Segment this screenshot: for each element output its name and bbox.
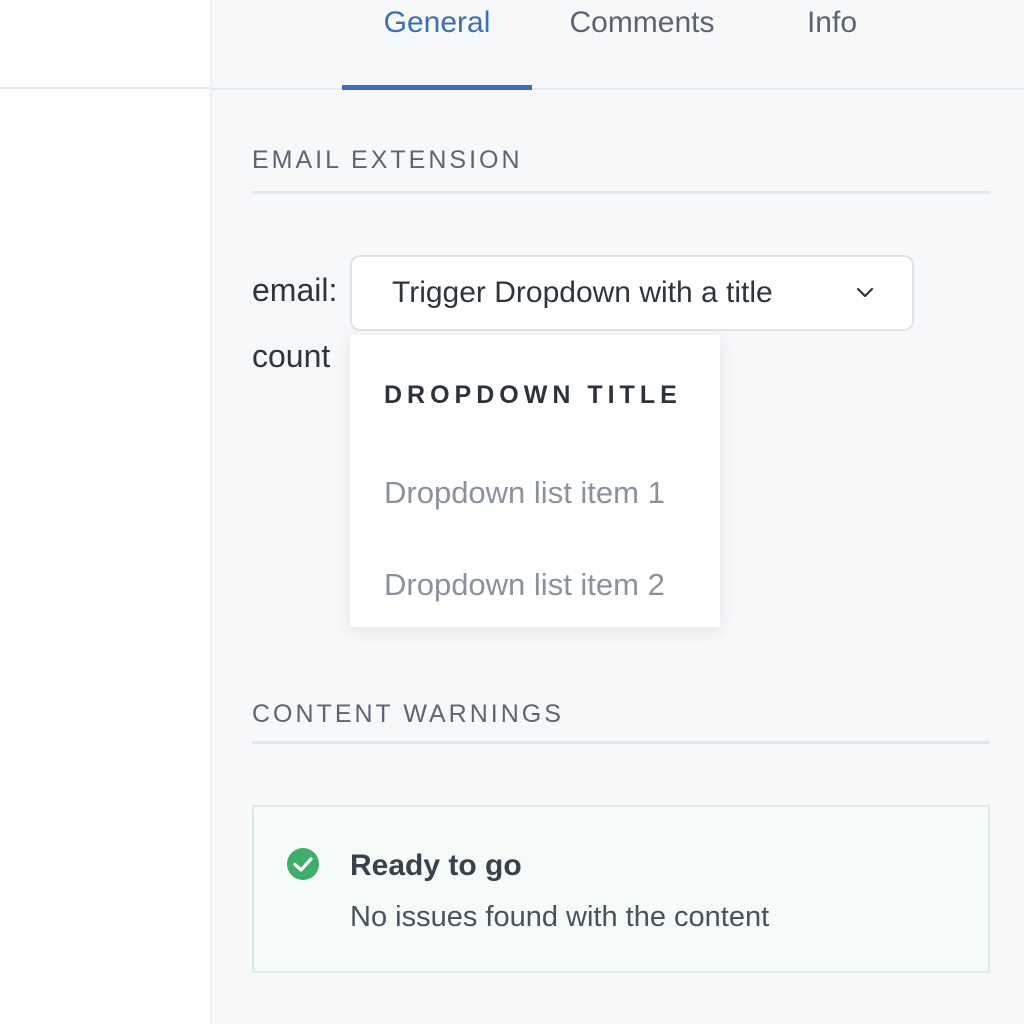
content-status-box: Ready to go No issues found with the con… xyxy=(252,805,990,973)
dropdown-item-1[interactable]: Dropdown list item 1 xyxy=(384,475,665,511)
content-warnings-heading: CONTENT WARNINGS xyxy=(252,700,564,728)
dropdown-menu: DROPDOWN TITLE Dropdown list item 1 Drop… xyxy=(350,335,720,627)
dropdown-title: DROPDOWN TITLE xyxy=(384,381,682,409)
email-extension-heading: EMAIL EXTENSION xyxy=(252,146,523,174)
email-extension-divider xyxy=(252,191,990,194)
tab-bar: General Comments Info xyxy=(212,0,1024,90)
sidebar-panel: General Comments Info EMAIL EXTENSION em… xyxy=(210,0,1024,1024)
tab-comments[interactable]: Comments xyxy=(552,0,732,90)
tab-general[interactable]: General xyxy=(342,0,532,90)
active-tab-indicator xyxy=(342,85,532,90)
left-divider xyxy=(0,87,210,89)
left-pane xyxy=(0,0,210,1024)
email-label: email: xyxy=(252,272,338,308)
chevron-down-icon xyxy=(856,287,874,298)
count-label: count xyxy=(252,338,331,374)
dropdown-trigger-label: Trigger Dropdown with a title xyxy=(392,276,773,309)
dropdown-item-2[interactable]: Dropdown list item 2 xyxy=(384,567,665,603)
status-message: No issues found with the content xyxy=(350,901,770,933)
content-warnings-divider xyxy=(252,741,990,744)
check-circle-icon xyxy=(287,848,319,880)
tab-info[interactable]: Info xyxy=(787,0,877,90)
status-title: Ready to go xyxy=(350,849,522,882)
dropdown-trigger-button[interactable]: Trigger Dropdown with a title xyxy=(350,255,914,331)
